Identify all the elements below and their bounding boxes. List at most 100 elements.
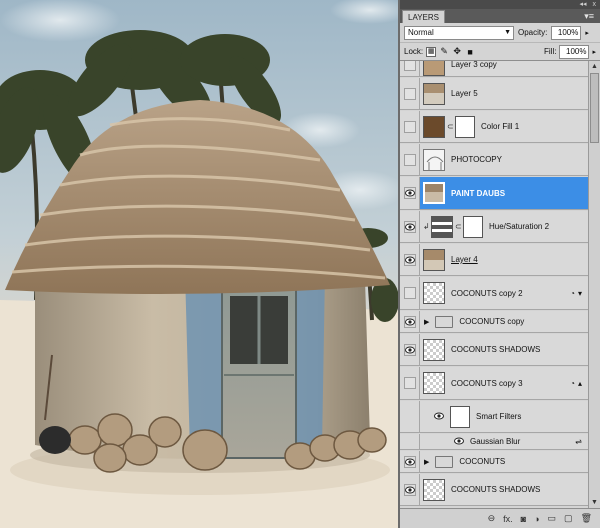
eye-icon[interactable]: [434, 412, 444, 422]
link-icon[interactable]: ⊂: [447, 122, 454, 131]
expand-group-icon[interactable]: ▶: [424, 318, 429, 326]
link-layers-icon[interactable]: ⊖: [488, 513, 496, 524]
layer-row-coconuts-shadows[interactable]: COCONUTS SHADOWS: [400, 334, 588, 366]
visibility-toggle[interactable]: [400, 334, 420, 365]
layer-name: Layer 4: [451, 255, 478, 264]
visibility-toggle[interactable]: [400, 367, 420, 399]
fill-label: Fill:: [544, 47, 557, 56]
layer-name: COCONUTS copy: [459, 317, 525, 326]
layer-name: COCONUTS: [459, 457, 506, 466]
visibility-toggle[interactable]: [400, 177, 420, 209]
mask-thumbnail: [455, 115, 475, 138]
lock-transparency-icon[interactable]: ▦: [426, 46, 437, 57]
smart-filters-row[interactable]: Smart Filters: [400, 401, 588, 433]
close-icon[interactable]: x: [593, 0, 597, 9]
layer-row-paint-daubs[interactable]: PAINT DAUBS: [400, 177, 588, 210]
layer-row-layer-4[interactable]: Layer 4: [400, 244, 588, 276]
layers-panel: ◂◂ x LAYERS ▾≡ Normal ▼ Opacity: 100% ▸ …: [398, 0, 600, 528]
scroll-up-icon[interactable]: ▲: [589, 61, 600, 72]
layer-name: Layer 5: [451, 89, 478, 98]
smart-filter-indicator[interactable]: ◔ ▴: [570, 379, 582, 388]
visibility-toggle[interactable]: [400, 211, 420, 242]
artwork-hut-illustration: [0, 0, 398, 528]
trash-icon[interactable]: 🗑: [581, 513, 592, 524]
layers-scrollbar[interactable]: ▲ ▼: [588, 61, 600, 508]
fill-slider-icon[interactable]: ▸: [592, 48, 596, 56]
blend-mode-value: Normal: [408, 27, 434, 37]
visibility-toggle[interactable]: [400, 144, 420, 175]
document-canvas[interactable]: [0, 0, 398, 528]
filter-row-gaussian-blur[interactable]: Gaussian Blur ⇌: [400, 434, 588, 450]
link-icon[interactable]: ⊂: [455, 222, 462, 231]
fill-input[interactable]: 100%: [559, 44, 590, 59]
scroll-thumb[interactable]: [590, 73, 599, 143]
layer-name: COCONUTS copy 3: [451, 378, 523, 388]
eye-icon: [403, 253, 416, 266]
visibility-toggle[interactable]: [400, 401, 420, 432]
eye-off-icon: [403, 153, 416, 166]
layer-row-layer-3-copy[interactable]: Layer 3 copy: [400, 61, 588, 77]
layer-name: COCONUTS SHADOWS: [451, 485, 541, 494]
collapse-arrow-icon[interactable]: ▴: [578, 379, 582, 388]
layer-thumbnail: [423, 82, 445, 105]
eye-off-icon: [403, 377, 416, 389]
fx-icon[interactable]: fx.: [503, 514, 513, 524]
visibility-toggle[interactable]: [400, 474, 420, 505]
smart-filter-indicator[interactable]: ◔ ▾: [570, 289, 582, 298]
visibility-toggle[interactable]: [400, 244, 420, 275]
layer-row-hue-saturation-2[interactable]: ↲ ⊂ Hue/Saturation 2: [400, 211, 588, 243]
panel-tab-bar: LAYERS ▾≡: [400, 9, 600, 23]
layer-thumbnail: [423, 248, 445, 271]
eye-icon: [403, 220, 416, 233]
smart-filter-icon: ◔: [570, 378, 575, 388]
eye-icon: [403, 187, 416, 199]
lock-all-icon[interactable]: ■: [465, 47, 475, 57]
eye-icon[interactable]: [454, 437, 464, 447]
collapse-icon[interactable]: ◂◂: [579, 0, 586, 9]
opacity-input[interactable]: 100%: [551, 25, 582, 40]
visibility-toggle[interactable]: [400, 311, 420, 332]
mask-thumbnail: [463, 215, 483, 238]
expand-arrow-icon[interactable]: ▾: [578, 289, 582, 298]
adjustment-layer-icon[interactable]: ◑: [534, 514, 539, 524]
opacity-slider-icon[interactable]: ▸: [585, 29, 589, 37]
layer-name: Color Fill 1: [481, 122, 520, 131]
eye-off-icon: [403, 120, 416, 133]
blend-mode-select[interactable]: Normal ▼: [404, 25, 514, 40]
visibility-toggle[interactable]: [400, 61, 420, 76]
visibility-toggle[interactable]: [400, 111, 420, 142]
expand-group-icon[interactable]: ▶: [424, 458, 429, 466]
layer-row-coconuts-copy-3[interactable]: COCONUTS copy 3 ◔ ▴: [400, 367, 588, 400]
blending-options-icon[interactable]: ⇌: [575, 437, 582, 446]
visibility-toggle[interactable]: [400, 78, 420, 109]
layer-row-coconuts-copy-2[interactable]: COCONUTS copy 2 ◔ ▾: [400, 277, 588, 310]
layer-name: Layer 3 copy: [451, 61, 497, 69]
layer-row-coconuts-copy-group[interactable]: ▶ COCONUTS copy: [400, 311, 588, 333]
fill-color-thumbnail: [423, 115, 445, 138]
clip-arrow-icon: ↲: [423, 222, 430, 231]
scroll-down-icon[interactable]: ▼: [589, 497, 600, 508]
layer-thumbnail: [423, 338, 445, 361]
lock-position-icon[interactable]: ✥: [452, 46, 462, 57]
smart-filters-label: Smart Filters: [476, 412, 522, 421]
visibility-toggle[interactable]: [400, 451, 420, 472]
layer-thumbnail: [423, 61, 445, 76]
layer-name: PAINT DAUBS: [451, 188, 506, 198]
layer-row-coconuts-shadows-2[interactable]: COCONUTS SHADOWS: [400, 474, 588, 506]
add-mask-icon[interactable]: ◙: [521, 514, 526, 524]
eye-icon: [403, 455, 416, 468]
new-layer-icon[interactable]: ▢: [564, 513, 573, 524]
eye-off-icon: [403, 87, 416, 100]
new-group-icon[interactable]: ▭: [548, 513, 557, 524]
layer-row-coconuts-group[interactable]: ▶ COCONUTS: [400, 451, 588, 473]
lock-fill-row: Lock: ▦ ✎ ✥ ■ Fill: 100% ▸: [400, 43, 600, 61]
tab-layers[interactable]: LAYERS: [402, 10, 445, 23]
layers-panel-footer: ⊖ fx. ◙ ◑ ▭ ▢ 🗑: [400, 508, 600, 528]
visibility-toggle[interactable]: [400, 277, 420, 309]
layer-row-photocopy[interactable]: PHOTOCOPY: [400, 144, 588, 176]
layer-row-layer-5[interactable]: Layer 5: [400, 78, 588, 110]
lock-paint-icon[interactable]: ✎: [439, 46, 449, 57]
layer-row-color-fill-1[interactable]: ⊂ Color Fill 1: [400, 111, 588, 143]
panel-menu-icon[interactable]: ▾≡: [584, 10, 594, 23]
filter-name: Gaussian Blur: [470, 437, 521, 446]
